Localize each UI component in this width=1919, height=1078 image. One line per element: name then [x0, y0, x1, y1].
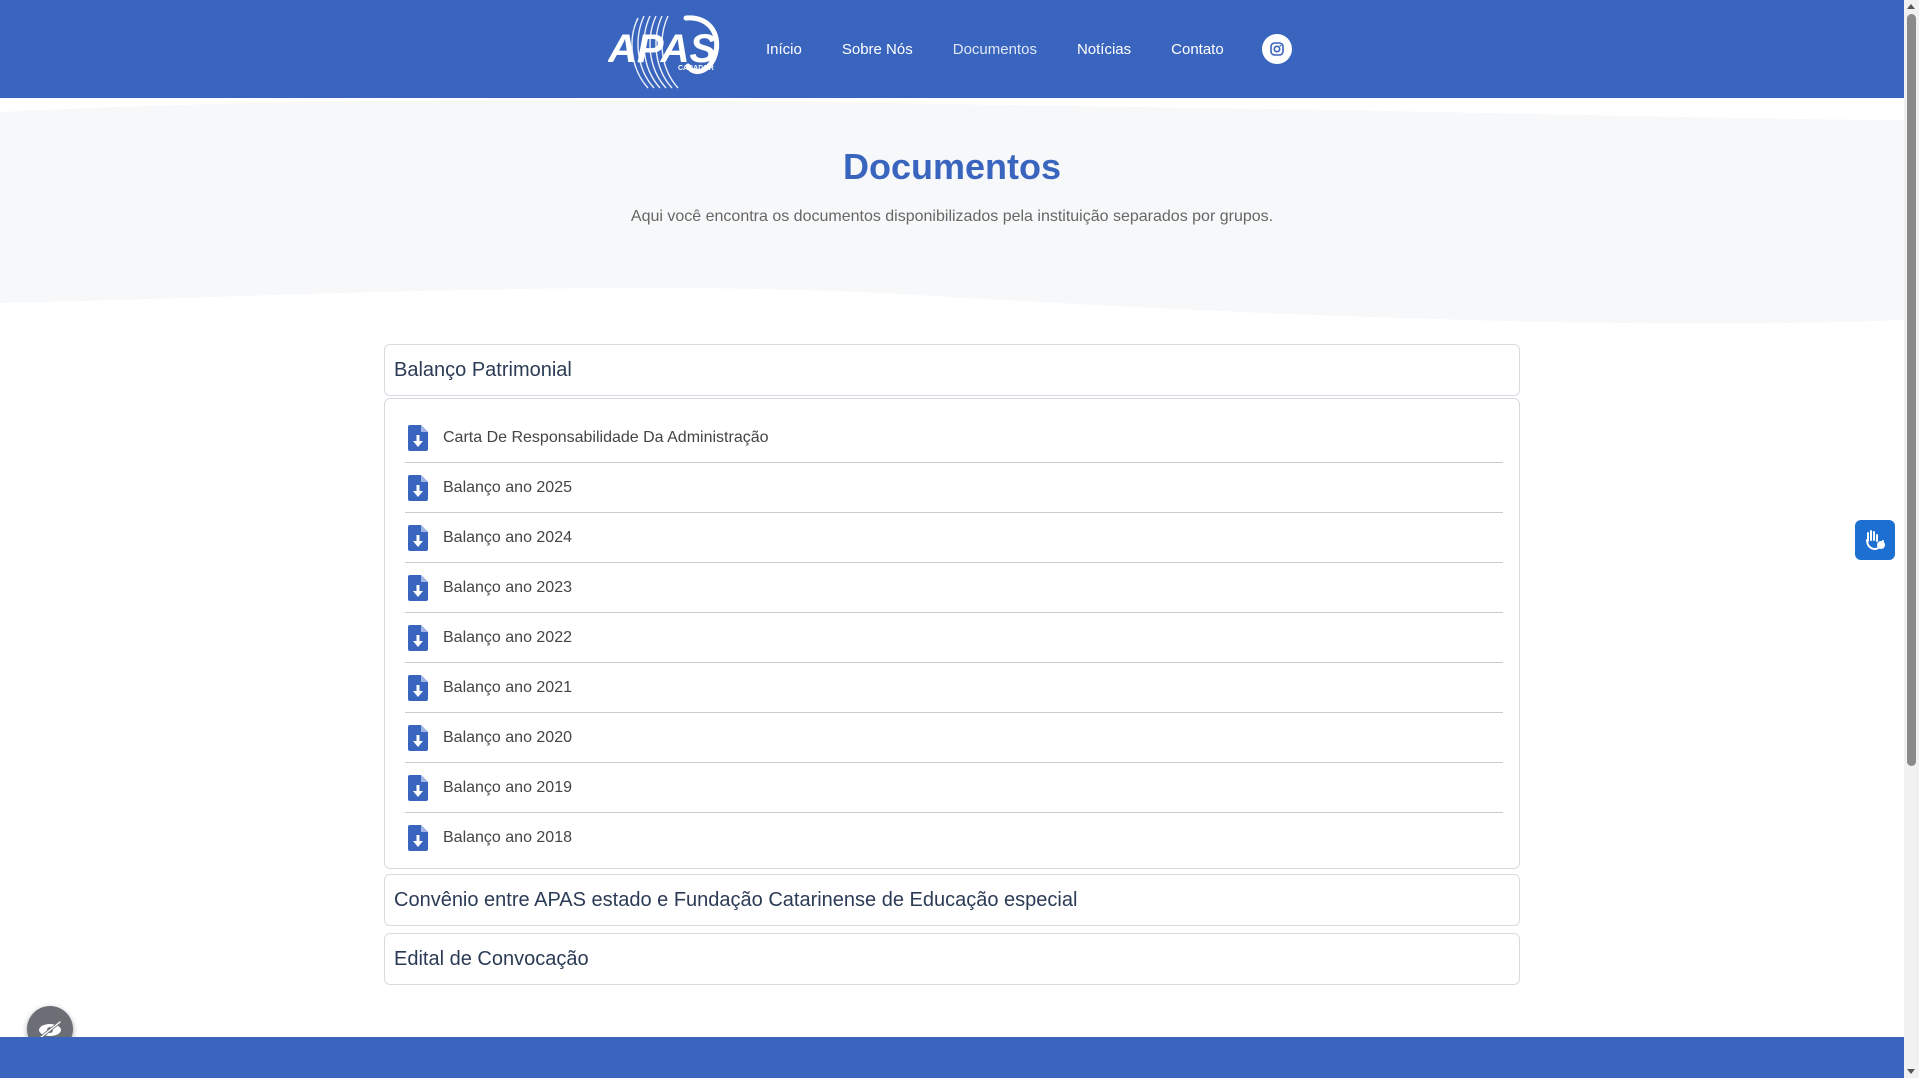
- file-download-icon: [408, 574, 428, 601]
- page-title: Documentos: [842, 146, 1062, 187]
- nav-inicio[interactable]: Início: [766, 41, 802, 58]
- main-nav: Início Sobre Nós Documentos Notícias Con…: [766, 0, 1264, 98]
- site-header: APAS CAÇADOR Início Sobre Nós Documentos…: [0, 0, 1904, 98]
- accordion-header-edital[interactable]: Edital de Convocação: [384, 933, 1520, 985]
- accessibility-toggle-icon: [38, 1020, 62, 1039]
- nav-contato[interactable]: Contato: [1171, 41, 1224, 58]
- document-list: Carta De Responsabilidade Da Administraç…: [405, 413, 1503, 863]
- file-download-icon: [408, 474, 428, 501]
- file-download-icon: [408, 674, 428, 701]
- nav-sobre-nos[interactable]: Sobre Nós: [842, 41, 913, 58]
- accordion-title: Edital de Convocação: [394, 947, 589, 970]
- scroll-down-arrow-icon[interactable]: [1907, 1069, 1915, 1074]
- file-download-icon: [408, 774, 428, 801]
- svg-text:CAÇADOR: CAÇADOR: [678, 65, 714, 72]
- accordion-header-convenio[interactable]: Convênio entre APAS estado e Fundação Ca…: [384, 874, 1520, 926]
- document-label: Balanço ano 2021: [443, 678, 572, 696]
- document-item[interactable]: Balanço ano 2022: [405, 613, 1503, 663]
- document-item[interactable]: Balanço ano 2024: [405, 513, 1503, 563]
- document-label: Balanço ano 2022: [443, 628, 572, 646]
- document-item[interactable]: Balanço ano 2021: [405, 663, 1503, 713]
- document-label: Balanço ano 2024: [443, 528, 572, 546]
- file-download-icon: [408, 724, 428, 751]
- apas-logo-graphic: APAS CAÇADOR: [608, 15, 720, 89]
- document-item[interactable]: Balanço ano 2020: [405, 713, 1503, 763]
- accordion-header-balanco-patrimonial[interactable]: Balanço Patrimonial: [384, 344, 1520, 396]
- accordion-title: Convênio entre APAS estado e Fundação Ca…: [394, 888, 1078, 911]
- apas-logo[interactable]: APAS CAÇADOR: [608, 8, 726, 92]
- accordion-panel-balanco-patrimonial: Carta De Responsabilidade Da Administraç…: [384, 398, 1520, 869]
- document-item[interactable]: Balanço ano 2018: [405, 813, 1503, 863]
- document-label: Balanço ano 2023: [443, 578, 572, 596]
- page-subtitle: Aqui você encontra os documentos disponi…: [630, 208, 1274, 225]
- file-download-icon: [408, 624, 428, 651]
- file-download-icon: [408, 424, 428, 451]
- document-item[interactable]: Balanço ano 2025: [405, 463, 1503, 513]
- instagram-button[interactable]: [1262, 34, 1292, 64]
- sign-language-button[interactable]: [1855, 520, 1895, 560]
- document-label: Balanço ano 2019: [443, 778, 572, 796]
- document-label: Carta De Responsabilidade Da Administraç…: [443, 428, 769, 446]
- page-scrollbar[interactable]: [1904, 0, 1919, 1078]
- nav-noticias[interactable]: Notícias: [1077, 41, 1131, 58]
- file-download-icon: [408, 825, 428, 851]
- file-download-icon: [408, 524, 428, 551]
- document-item[interactable]: Balanço ano 2019: [405, 763, 1503, 813]
- document-item[interactable]: Carta De Responsabilidade Da Administraç…: [405, 413, 1503, 463]
- scroll-up-arrow-icon[interactable]: [1907, 4, 1915, 9]
- site-footer: [0, 1037, 1904, 1078]
- document-label: Balanço ano 2020: [443, 728, 572, 746]
- nav-documentos[interactable]: Documentos: [953, 41, 1037, 58]
- document-item[interactable]: Balanço ano 2023: [405, 563, 1503, 613]
- document-label: Balanço ano 2025: [443, 478, 572, 496]
- document-label: Balanço ano 2018: [443, 829, 572, 846]
- scrollbar-thumb[interactable]: [1907, 14, 1916, 766]
- instagram-icon: [1270, 42, 1284, 56]
- hand-sign-icon: [1866, 530, 1885, 551]
- accordion-title: Balanço Patrimonial: [394, 358, 572, 381]
